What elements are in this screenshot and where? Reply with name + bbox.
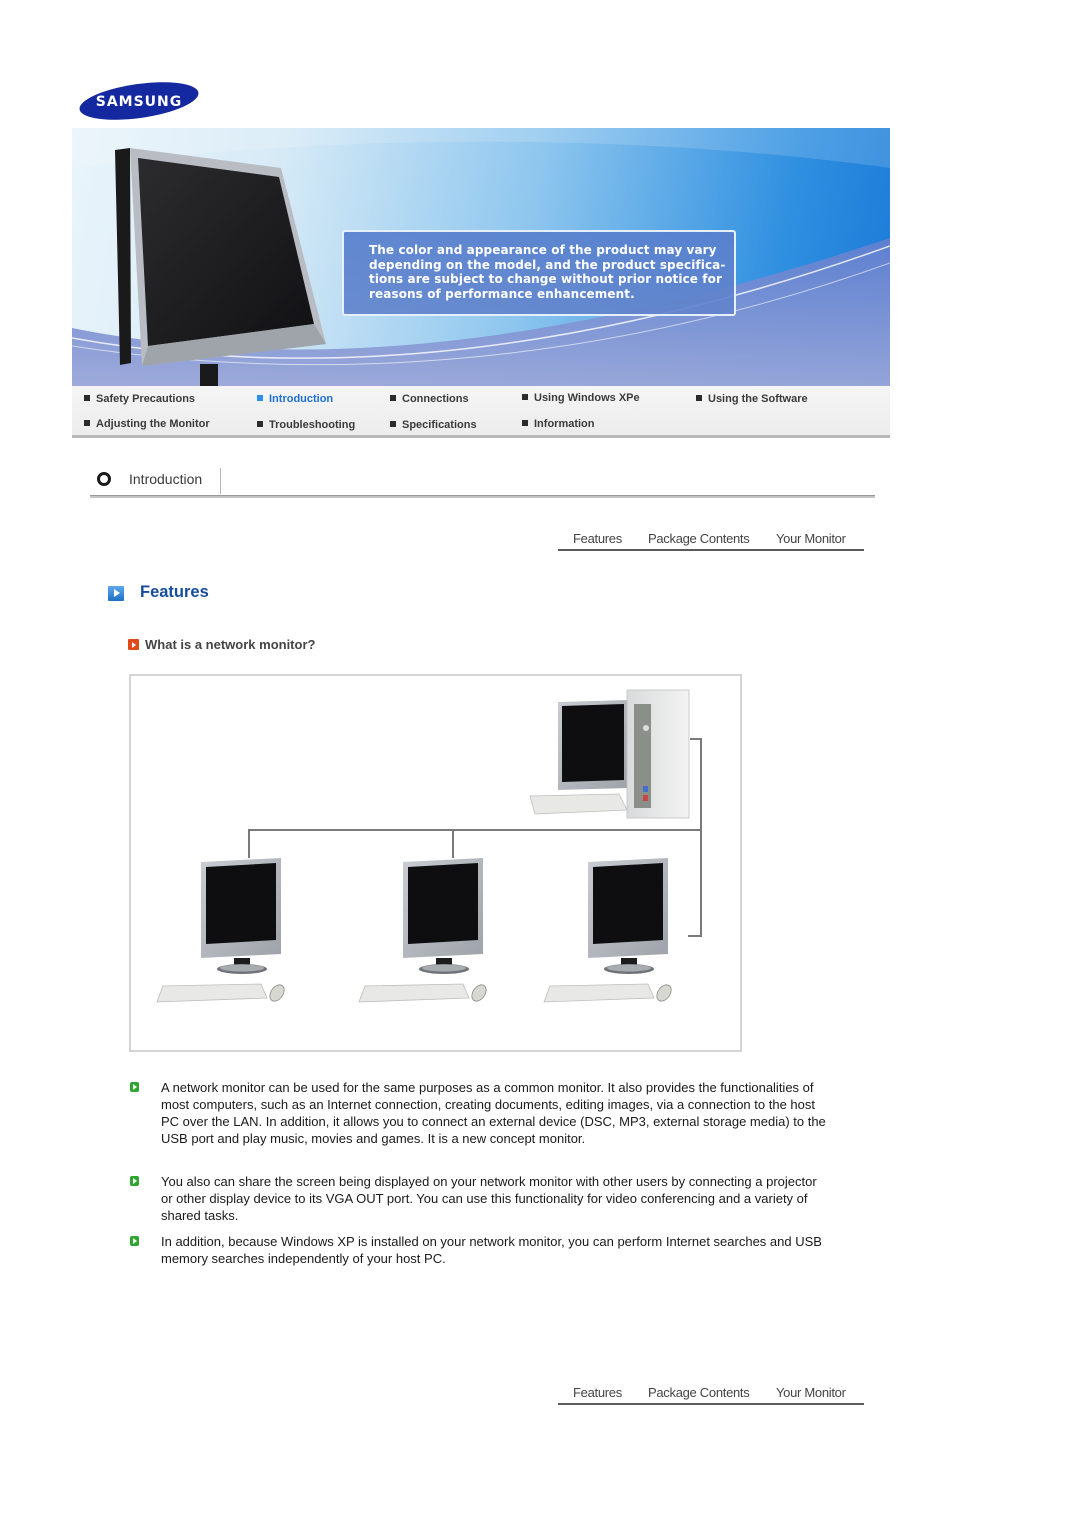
bullet-arrow-icon: [130, 1236, 139, 1246]
product-notice-box: The color and appearance of the product …: [342, 230, 736, 316]
section-header: Introduction: [90, 466, 875, 500]
bullet-arrow-icon: [130, 1082, 139, 1092]
notice-line: depending on the model, and the product …: [369, 257, 726, 272]
nav-item-introduction[interactable]: Introduction: [257, 393, 333, 405]
nav-item-troubleshooting[interactable]: Troubleshooting: [257, 419, 355, 431]
subnav-link-your-monitor[interactable]: Your Monitor: [776, 1385, 846, 1400]
bullet-square-icon: [522, 394, 528, 400]
divider: [90, 495, 875, 498]
logo-text: SAMSUNG: [96, 94, 183, 110]
network-monitor-1: [156, 857, 288, 1005]
nav-item-specifications[interactable]: Specifications: [390, 419, 477, 431]
nav-item-using-windows-xpe[interactable]: Using Windows XPe: [522, 392, 640, 404]
subnav-link-your-monitor[interactable]: Your Monitor: [776, 531, 846, 546]
subnav-link-features[interactable]: Features: [573, 531, 622, 546]
bullet-text: In addition, because Windows XP is insta…: [161, 1234, 822, 1266]
subnav-top: Features Package Contents Your Monitor: [558, 527, 864, 551]
nav-item-connections[interactable]: Connections: [390, 393, 469, 405]
bullet-arrow-icon: [130, 1176, 139, 1186]
nav-item-information[interactable]: Information: [522, 418, 595, 430]
bullet-square-icon: [390, 395, 396, 401]
play-arrow-icon: [128, 639, 139, 650]
nav-item-safety-precautions[interactable]: Safety Precautions: [84, 393, 195, 405]
section-title: Introduction: [129, 471, 203, 487]
ring-icon: [97, 472, 111, 486]
feature-bullet: A network monitor can be used for the sa…: [130, 1079, 830, 1147]
subnav-link-package-contents[interactable]: Package Contents: [648, 1385, 750, 1400]
bullet-square-icon: [390, 421, 396, 427]
subnav-link-package-contents[interactable]: Package Contents: [648, 531, 750, 546]
feature-bullet: You also can share the screen being disp…: [130, 1173, 830, 1224]
notice-line: The color and appearance of the product …: [369, 243, 717, 257]
host-pc: [529, 689, 690, 819]
nav-item-adjusting-the-monitor[interactable]: Adjusting the Monitor: [84, 418, 210, 430]
bullet-text: A network monitor can be used for the sa…: [161, 1080, 826, 1146]
play-arrow-icon: [108, 586, 124, 601]
bullet-square-icon: [522, 420, 528, 426]
notice-line: tions are subject to change without prio…: [369, 272, 722, 286]
page-heading: Features: [140, 583, 209, 601]
nav-item-using-the-software[interactable]: Using the Software: [696, 393, 808, 405]
bullet-square-icon: [257, 395, 263, 401]
network-monitor-2: [358, 857, 490, 1005]
subnav-link-features[interactable]: Features: [573, 1385, 622, 1400]
subnav-bottom: Features Package Contents Your Monitor: [558, 1381, 864, 1405]
subheading: What is a network monitor?: [145, 637, 316, 652]
samsung-logo: SAMSUNG: [78, 80, 200, 122]
bullet-text: You also can share the screen being disp…: [161, 1174, 817, 1223]
bullet-square-icon: [84, 420, 90, 426]
feature-bullet: In addition, because Windows XP is insta…: [130, 1233, 830, 1267]
main-nav: Safety Precautions Introduction Connecti…: [72, 386, 890, 438]
bullet-square-icon: [696, 395, 702, 401]
hero-banner: The color and appearance of the product …: [72, 128, 890, 386]
network-monitor-3: [543, 857, 675, 1005]
network-diagram: [129, 674, 742, 1052]
bullet-square-icon: [84, 395, 90, 401]
bullet-square-icon: [257, 421, 263, 427]
notice-line: reasons of performance enhancement.: [369, 286, 635, 301]
divider: [220, 468, 221, 494]
